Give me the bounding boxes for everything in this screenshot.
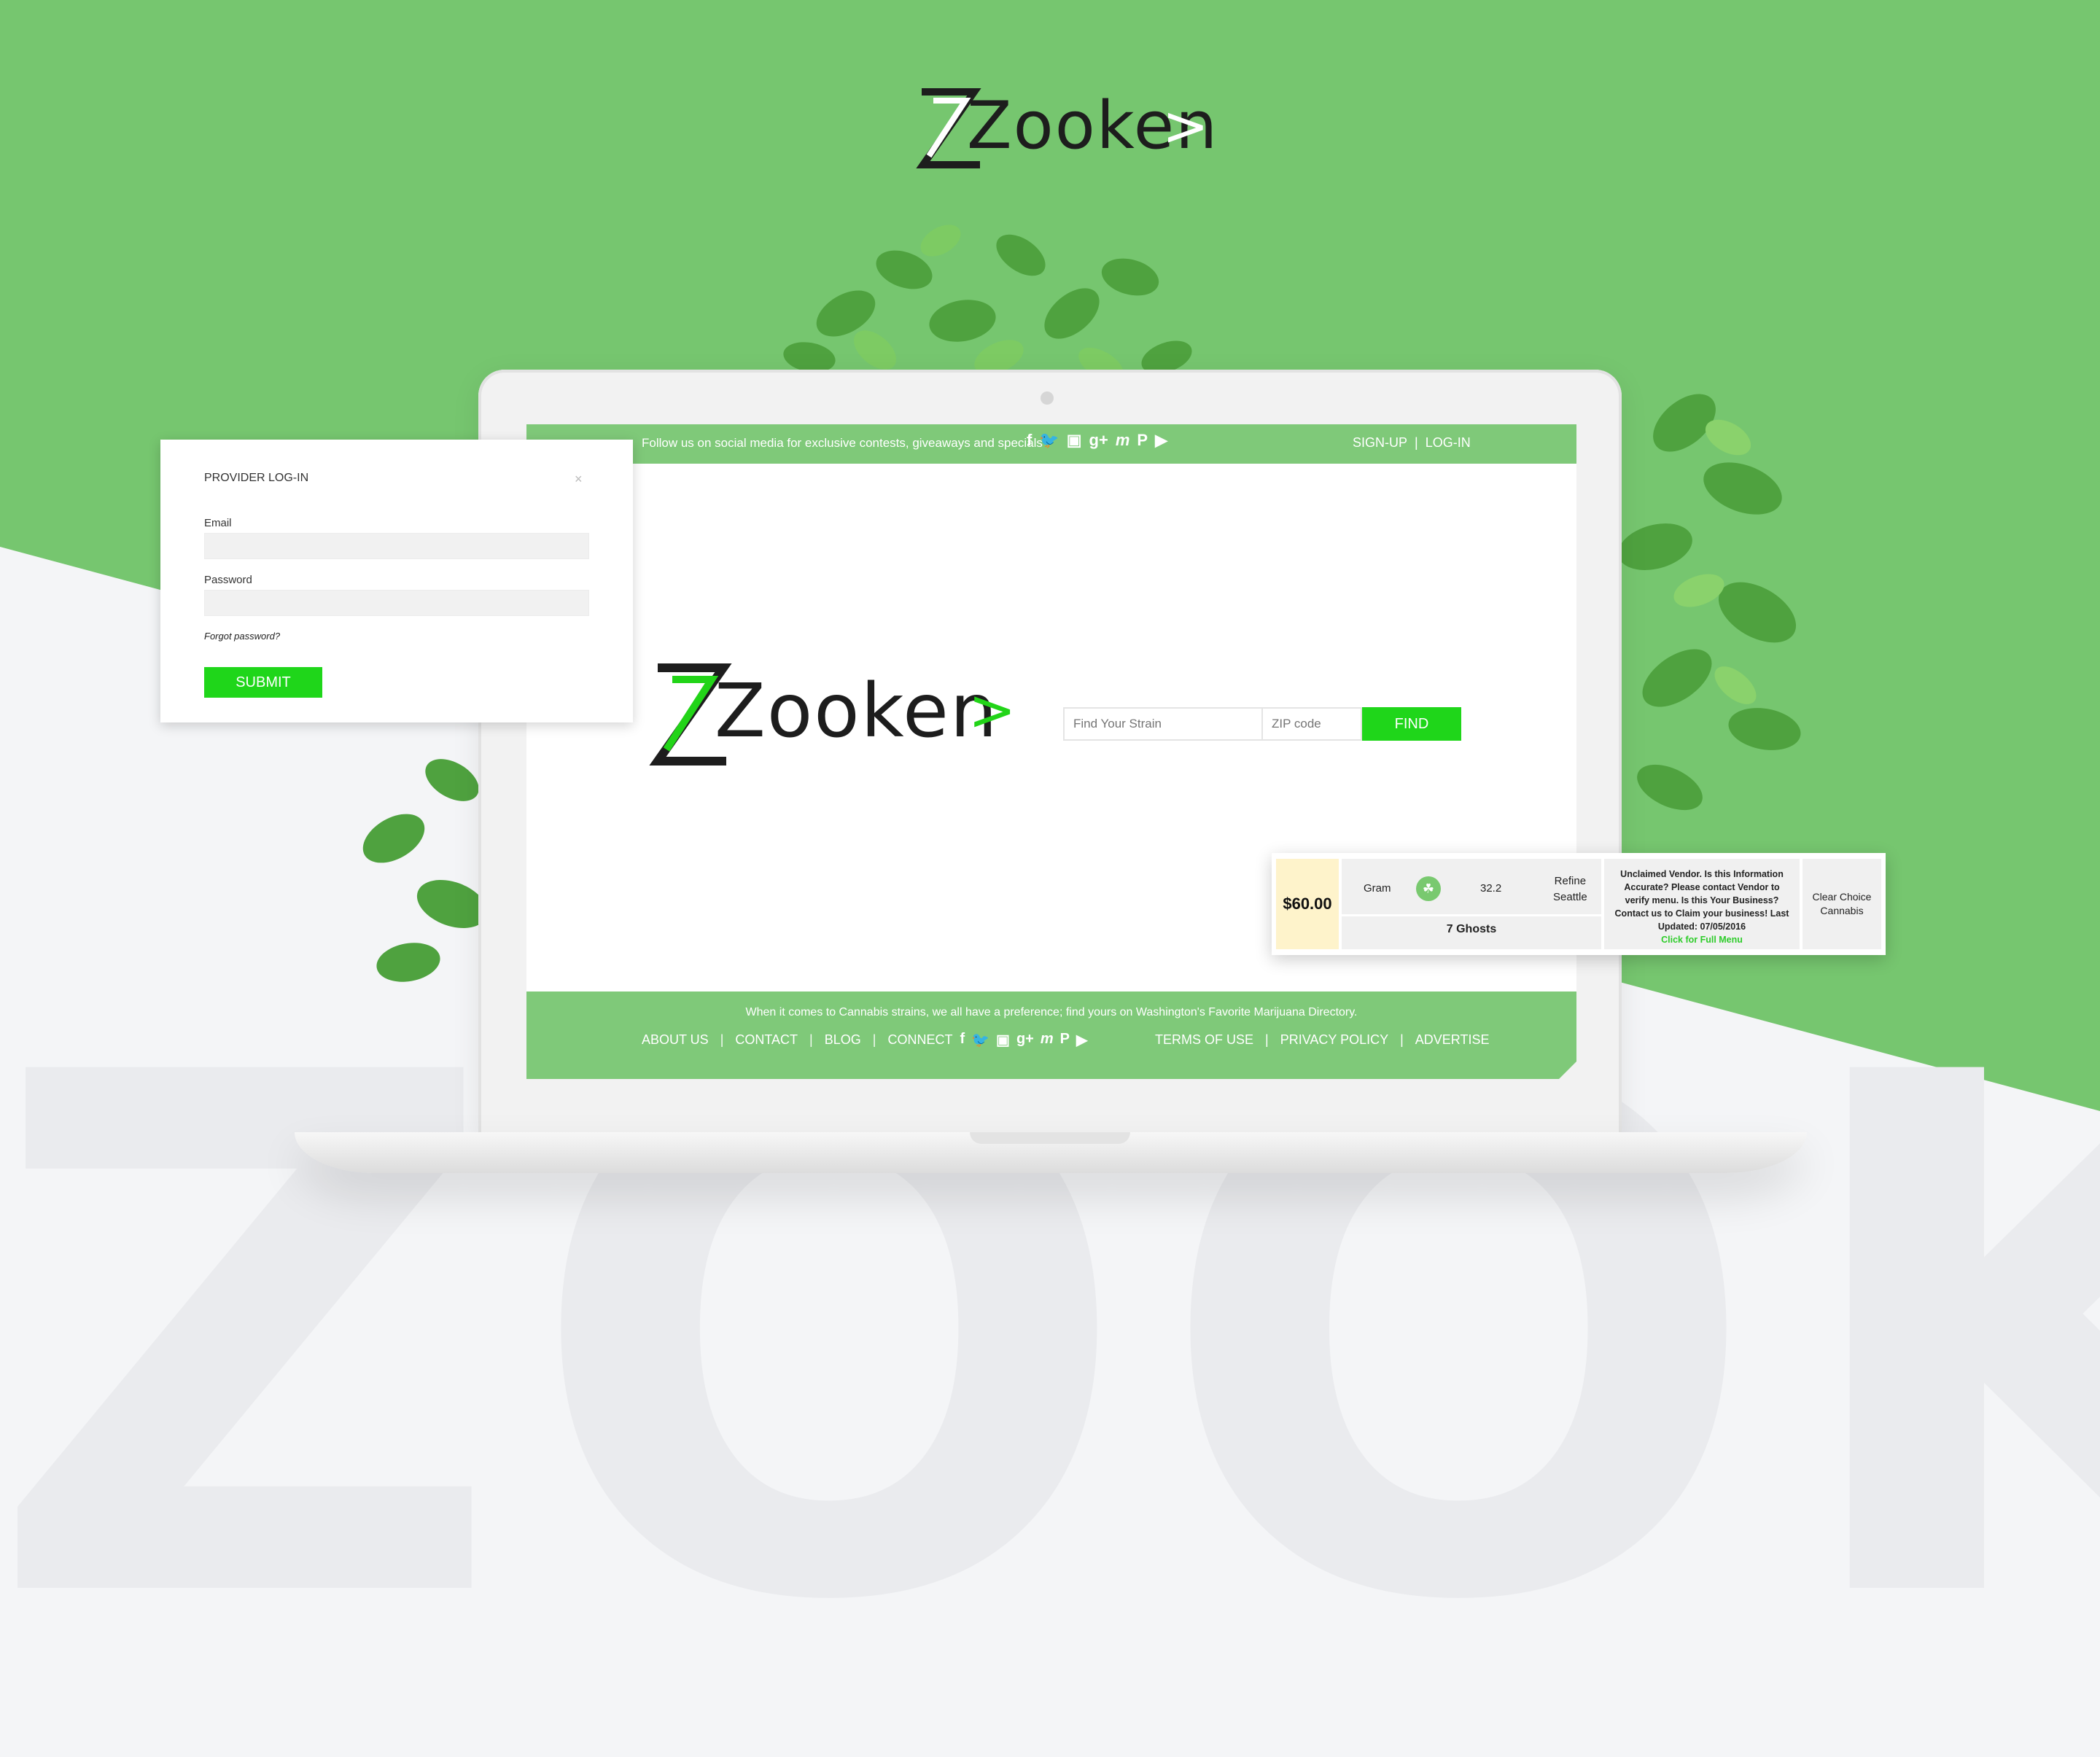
provider-login-modal: PROVIDER LOG-IN × Email Password Forgot … (160, 440, 633, 722)
footer-social-links: f 🐦 ▣ g+ m P ▶ (960, 1031, 1087, 1049)
strain-details-row: Gram ☘ 32.2 Refine Seattle (1342, 859, 1601, 916)
hero-logo-wordmark: Zooken (715, 668, 999, 755)
plant-right-decoration (1618, 394, 1801, 811)
privacy-link[interactable]: PRIVACY POLICY (1280, 1032, 1388, 1048)
auth-links: SIGN-UP | LOG-IN (1353, 435, 1471, 451)
footer-separator: | (720, 1032, 724, 1047)
modal-title: PROVIDER LOG-IN (204, 472, 309, 484)
strain-name: 7 Ghosts (1446, 923, 1497, 935)
footer-separator: | (872, 1032, 876, 1047)
strain-details: Gram ☘ 32.2 Refine Seattle 7 Ghosts (1342, 859, 1601, 949)
footer-separator: | (1400, 1032, 1404, 1047)
location-line-1: Refine (1554, 875, 1587, 887)
strain-price-card[interactable]: $60.00 Gram ☘ 32.2 Refine Seattle 7 Ghos… (1272, 853, 1886, 955)
signup-link[interactable]: SIGN-UP (1353, 435, 1407, 451)
email-field[interactable] (204, 533, 589, 559)
footer-separator: | (1265, 1032, 1269, 1047)
myspace-icon[interactable]: m (1116, 431, 1130, 450)
header-logo: Zooken > (907, 86, 1217, 174)
password-field[interactable] (204, 590, 589, 616)
vendor-name-line-2: Cannabis (1820, 905, 1864, 916)
site-topbar: Follow us on social media for exclusive … (526, 424, 1576, 464)
facebook-icon[interactable]: f (1027, 431, 1032, 450)
logo-arrow: > (1162, 93, 1209, 158)
auth-divider: | (1415, 435, 1418, 450)
footer-corner-fold (1559, 1061, 1576, 1079)
footer-tagline: When it comes to Cannabis strains, we al… (745, 1006, 1358, 1018)
footer-links-right: TERMS OF USE | PRIVACY POLICY | ADVERTIS… (1155, 1032, 1489, 1048)
plant-top-decoration (783, 225, 1192, 382)
footer-separator: | (809, 1032, 813, 1047)
about-us-link[interactable]: ABOUT US (642, 1032, 709, 1048)
login-link[interactable]: LOG-IN (1426, 435, 1471, 451)
zip-code-input[interactable] (1263, 707, 1362, 741)
location-line-2: Seattle (1553, 891, 1587, 903)
footer-links-left: ABOUT US | CONTACT | BLOG | CONNECT f 🐦 … (642, 1031, 1087, 1049)
advertise-link[interactable]: ADVERTISE (1415, 1032, 1490, 1048)
twitter-icon[interactable]: 🐦 (1039, 431, 1059, 450)
follow-text: Follow us on social media for exclusive … (642, 436, 1043, 450)
hero-logo-arrow: > (968, 678, 1016, 744)
strain-search-form: FIND (1063, 707, 1461, 741)
find-button[interactable]: FIND (1362, 707, 1461, 741)
connect-label: CONNECT (887, 1032, 953, 1047)
contact-link[interactable]: CONTACT (735, 1032, 798, 1048)
topbar-social-links: f 🐦 ▣ g+ m P ▶ (1027, 431, 1167, 450)
password-label: Password (204, 574, 252, 586)
vendor-notice: Unclaimed Vendor. Is this Information Ac… (1604, 859, 1800, 949)
youtube-icon[interactable]: ▶ (1155, 431, 1167, 450)
email-label: Email (204, 517, 232, 529)
website-screen: Follow us on social media for exclusive … (526, 424, 1576, 1079)
price-value: $60.00 (1276, 859, 1339, 949)
laptop-base-notch (970, 1132, 1130, 1144)
location-label: Refine Seattle (1553, 873, 1587, 905)
vendor-name-line-1: Clear Choice (1812, 891, 1872, 903)
cannabis-leaf-icon: ☘ (1416, 876, 1441, 901)
vendor-notice-text: Unclaimed Vendor. Is this Information Ac… (1614, 869, 1789, 932)
blog-link[interactable]: BLOG (825, 1032, 861, 1048)
hero-logo: Zooken > (642, 659, 1021, 776)
strain-search-input[interactable] (1063, 707, 1263, 741)
myspace-icon[interactable]: m (1041, 1031, 1054, 1049)
youtube-icon[interactable]: ▶ (1076, 1031, 1087, 1049)
full-menu-link[interactable]: Click for Full Menu (1661, 935, 1743, 945)
forgot-password-link[interactable]: Forgot password? (204, 631, 280, 642)
site-footer: When it comes to Cannabis strains, we al… (526, 992, 1576, 1079)
google-plus-icon[interactable]: g+ (1016, 1031, 1034, 1049)
unit-label: Gram (1364, 882, 1391, 895)
vendor-name[interactable]: Clear Choice Cannabis (1802, 859, 1881, 949)
google-plus-icon[interactable]: g+ (1089, 431, 1108, 450)
strain-value: 32.2 (1480, 882, 1502, 895)
terms-link[interactable]: TERMS OF USE (1155, 1032, 1253, 1048)
submit-button[interactable]: SUBMIT (204, 667, 322, 698)
instagram-icon[interactable]: ▣ (996, 1031, 1010, 1049)
pinterest-icon[interactable]: P (1060, 1031, 1070, 1049)
instagram-icon[interactable]: ▣ (1067, 431, 1082, 450)
twitter-icon[interactable]: 🐦 (971, 1031, 989, 1049)
facebook-icon[interactable]: f (960, 1031, 965, 1049)
pinterest-icon[interactable]: P (1137, 431, 1148, 450)
laptop-camera (1041, 391, 1054, 405)
close-icon[interactable]: × (575, 472, 583, 487)
